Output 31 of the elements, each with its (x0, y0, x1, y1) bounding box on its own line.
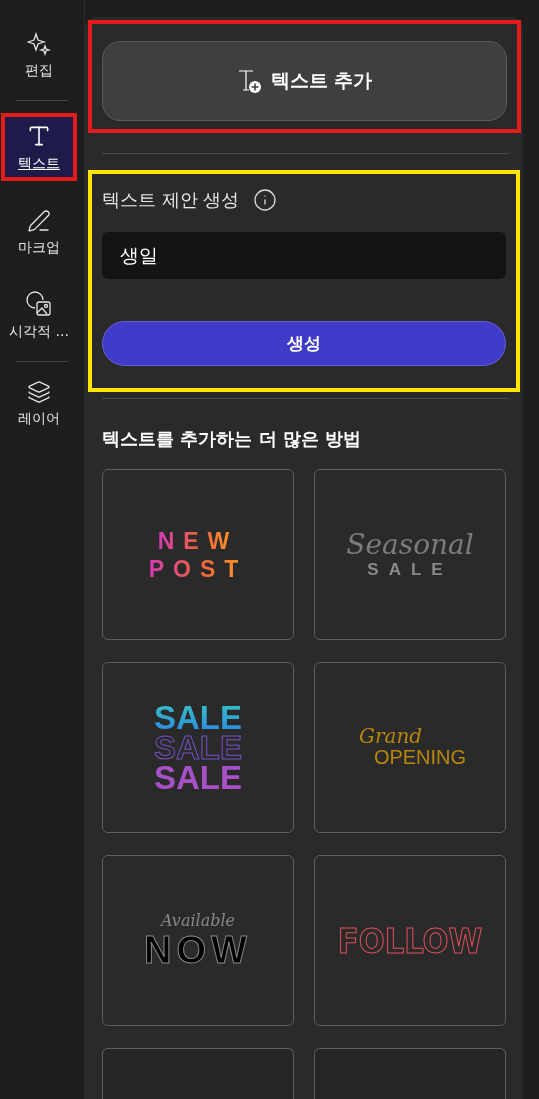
shape-image-icon (26, 291, 52, 317)
info-icon[interactable] (253, 188, 278, 212)
add-text-button[interactable]: 텍스트 추가 (102, 41, 507, 121)
template-text: NOW (144, 929, 252, 970)
sidebar-item[interactable]: 편집 (1, 26, 77, 86)
section-heading: 텍스트를 추가하는 더 많은 방법 (102, 427, 363, 451)
template-text: Available (160, 911, 236, 930)
text-template-card[interactable]: NEW POST (102, 469, 294, 640)
text-template-card[interactable]: Available NOW (102, 855, 294, 1026)
template-text: OPENING (373, 746, 467, 769)
layers-icon (27, 380, 51, 404)
sidebar-item[interactable]: 시각적 ... (1, 285, 77, 347)
sparkle-icon (27, 32, 51, 56)
section-title: 텍스트 제안 생성 (102, 188, 240, 212)
prompt-input-field[interactable]: 생일 (102, 232, 506, 279)
sidebar-item[interactable]: 마크업 (1, 203, 77, 263)
text-template-card[interactable]: Seasonal SALE (314, 469, 506, 640)
template-text: SALE (154, 732, 242, 763)
sidebar-item[interactable]: 텍스트 (1, 113, 77, 181)
template-text: Seasonal (346, 529, 474, 560)
template-text: SALE (154, 762, 242, 793)
sidebar-item[interactable]: 레이어 (1, 374, 77, 434)
pen-icon (27, 209, 51, 233)
template-text: SALE (367, 559, 453, 580)
text-plus-icon (236, 68, 263, 94)
generate-button[interactable]: 생성 (102, 321, 506, 366)
text-template-card[interactable]: Grand OPENING (314, 662, 506, 833)
template-text: FOLLOW (337, 920, 483, 961)
text-template-card[interactable]: SALE SALE SALE (102, 662, 294, 833)
template-text: Grand (359, 726, 423, 746)
text-template-card[interactable]: FOLLOW (314, 855, 506, 1026)
